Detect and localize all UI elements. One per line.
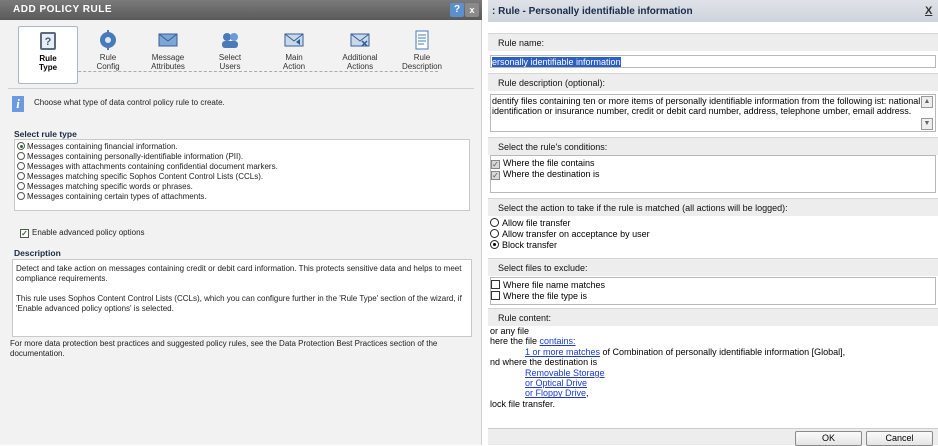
ok-button[interactable]: OK — [795, 431, 862, 446]
rule-name-label: Rule name: — [488, 33, 938, 51]
intro-text: Choose what type of data control policy … — [34, 98, 225, 107]
best-practices-note: For more data protection best practices … — [10, 339, 438, 358]
rule-name-field[interactable]: ersonally identifiable information — [490, 55, 936, 68]
description-paragraph: This rule uses Sophos Content Control Li… — [16, 294, 462, 313]
users-icon — [222, 33, 238, 48]
svg-text:?: ? — [45, 36, 52, 48]
description-box: Detect and take action on messages conta… — [12, 259, 472, 337]
info-icon: i — [12, 96, 24, 112]
step-rule-description[interactable]: Rule Description — [392, 26, 452, 84]
content-line: or Optical Drive — [490, 378, 936, 388]
radio-icon[interactable] — [17, 182, 25, 190]
question-book-icon: ? — [40, 32, 56, 50]
wizard-title: ADD POLICY RULE — [0, 0, 482, 20]
scroll-down-icon[interactable]: ▼ — [921, 118, 933, 130]
checkbox-checked-icon[interactable]: ✓ — [20, 229, 29, 238]
envelope-x-icon — [350, 33, 370, 47]
document-icon — [415, 30, 429, 50]
select-rule-type-heading: Select rule type — [14, 129, 77, 139]
rule-content-panel: or any file here the file contains: 1 or… — [490, 326, 936, 424]
dialog-close-button[interactable]: X — [925, 5, 932, 17]
content-line: lock file transfer. — [490, 398, 556, 409]
rule-type-option[interactable]: Messages containing certain types of att… — [17, 192, 469, 202]
radio-icon[interactable] — [490, 218, 499, 227]
checkbox-checked-icon[interactable]: ✓ — [491, 171, 500, 180]
radio-icon[interactable] — [17, 152, 25, 160]
radio-selected-icon[interactable] — [17, 142, 25, 150]
scroll-up-icon[interactable]: ▲ — [921, 96, 933, 108]
actions-list: Allow file transfer Allow transfer on ac… — [490, 216, 936, 254]
radio-selected-icon[interactable] — [490, 240, 499, 249]
rule-type-option[interactable]: Messages matching specific words or phra… — [17, 182, 469, 192]
help-button[interactable]: ? — [450, 3, 464, 17]
action-label: Select the action to take if the rule is… — [488, 198, 938, 216]
divider — [8, 88, 474, 89]
rule-description-label: Rule description (optional): — [488, 73, 938, 91]
condition-item[interactable]: ✓ Where the file contains — [491, 158, 935, 169]
exclude-list: Where file name matches Where the file t… — [490, 277, 936, 305]
rule-description-field[interactable]: dentify files containing ten or more ite… — [490, 94, 936, 132]
radio-icon[interactable] — [17, 172, 25, 180]
content-line: or any file — [490, 326, 530, 336]
enable-advanced-checkbox[interactable]: ✓ Enable advanced policy options — [20, 228, 145, 238]
floppy-drive-link[interactable]: or Floppy Drive — [525, 388, 586, 398]
checkbox-icon[interactable] — [491, 280, 500, 289]
step-label: Additional Actions — [342, 53, 378, 71]
content-line: nd where the destination is — [490, 357, 598, 368]
cancel-button[interactable]: Cancel — [866, 431, 933, 446]
step-main-action[interactable]: Main Action — [264, 26, 324, 84]
rule-type-list: Messages containing financial informatio… — [14, 139, 470, 211]
gear-icon — [100, 30, 116, 50]
rule-type-option[interactable]: Messages matching specific Sophos Conten… — [17, 172, 469, 182]
rule-content-label: Rule content: — [488, 308, 938, 326]
step-label: Select Users — [218, 53, 242, 71]
conditions-list: ✓ Where the file contains ✓ Where the dest… — [490, 155, 936, 193]
action-option[interactable]: Allow file transfer — [490, 218, 936, 229]
step-rule-config[interactable]: Rule Config — [78, 26, 138, 84]
envelope-action-icon — [284, 33, 304, 47]
checkbox-icon[interactable] — [491, 291, 500, 300]
content-line: 1 or more matches of Combination of pers… — [525, 346, 846, 357]
step-label: Rule Type — [38, 54, 58, 72]
conditions-label: Select the rule's conditions: — [488, 137, 938, 155]
radio-icon[interactable] — [490, 229, 499, 238]
dialog-button-bar: OK Cancel — [488, 428, 938, 446]
contains-link[interactable]: contains: — [540, 336, 576, 346]
content-line: or Floppy Drive, — [525, 388, 589, 399]
rule-type-option[interactable]: Messages containing financial informatio… — [17, 142, 469, 152]
rule-type-option[interactable]: Messages with attachments containing con… — [17, 162, 469, 172]
rule-properties-dialog: : Rule - Personally identifiable informa… — [488, 0, 938, 446]
optical-drive-link[interactable]: or Optical Drive — [525, 378, 587, 388]
step-label: Main Action — [282, 53, 306, 71]
step-label: Message Attributes — [151, 53, 185, 71]
description-paragraph: Detect and take action on messages conta… — [16, 264, 462, 283]
removable-storage-link[interactable]: Removable Storage — [525, 368, 605, 378]
step-rule-type[interactable]: ? Rule Type — [18, 26, 78, 84]
exclude-item[interactable]: Where file name matches — [491, 280, 935, 291]
radio-icon[interactable] — [17, 162, 25, 170]
step-select-users[interactable]: Select Users — [200, 26, 260, 84]
step-label: Rule Description — [401, 53, 442, 71]
dialog-title: : Rule - Personally identifiable informa… — [488, 0, 938, 22]
wizard-steps: ? Rule Type Rule Config Message Attribut… — [0, 24, 482, 86]
action-option[interactable]: Block transfer — [490, 240, 936, 251]
rule-type-option[interactable]: Messages containing personally-identifia… — [17, 152, 469, 162]
exclude-item[interactable]: Where the file type is — [491, 291, 935, 302]
action-option[interactable]: Allow transfer on acceptance by user — [490, 229, 936, 240]
content-line: here the file contains: — [490, 336, 576, 347]
checkbox-checked-icon[interactable]: ✓ — [491, 160, 500, 169]
exclude-label: Select files to exclude: — [488, 258, 938, 276]
step-label: Rule Config — [96, 53, 120, 71]
condition-item[interactable]: ✓ Where the destination is — [491, 169, 935, 180]
add-policy-rule-wizard: ADD POLICY RULE ? x ? Rule Type Rule Con… — [0, 0, 482, 445]
close-button[interactable]: x — [465, 3, 479, 17]
envelope-icon — [158, 33, 178, 47]
matches-link[interactable]: 1 or more matches — [525, 347, 600, 357]
step-message-attributes[interactable]: Message Attributes — [138, 26, 198, 84]
step-additional-actions[interactable]: Additional Actions — [330, 26, 390, 84]
radio-icon[interactable] — [17, 192, 25, 200]
content-line: Removable Storage — [490, 368, 936, 378]
description-heading: Description — [14, 248, 61, 258]
